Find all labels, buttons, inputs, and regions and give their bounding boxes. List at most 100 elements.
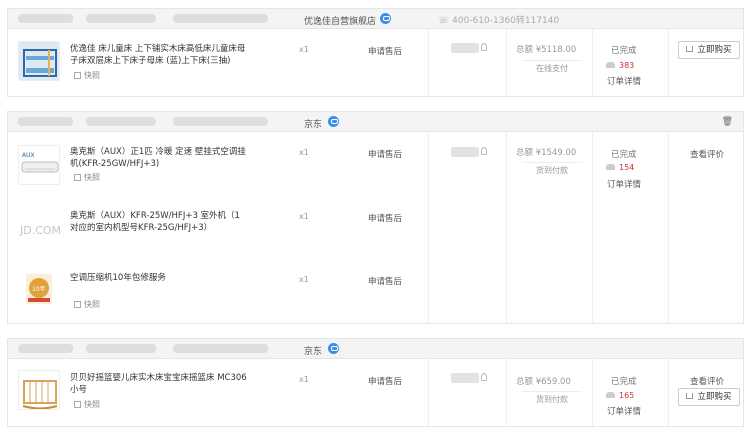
order-detail-link[interactable]: 订单详情 <box>607 405 641 417</box>
divider <box>592 359 593 426</box>
chat-icon[interactable] <box>328 343 339 354</box>
cloud-icon <box>606 164 615 170</box>
snapshot-label: 快照 <box>84 71 100 80</box>
buy-again-label: 立即购买 <box>697 392 732 402</box>
buy-again-label: 立即购买 <box>697 45 732 55</box>
user-icon <box>481 43 487 51</box>
order-detail-link[interactable]: 订单详情 <box>607 178 641 190</box>
order-date-redacted <box>173 117 268 126</box>
product-thumbnail-outdoor-unit[interactable]: JD.COM <box>18 210 60 250</box>
snapshot-icon <box>74 401 81 408</box>
buy-again-button[interactable]: 立即购买 <box>678 41 740 59</box>
jd-logo-image: JD.COM <box>19 224 60 237</box>
order-info-redacted <box>18 14 73 23</box>
product-name-link[interactable]: 空调压缩机10年包修服务 <box>70 272 248 284</box>
tracking-indicator[interactable]: 383 <box>606 61 634 70</box>
delete-order-icon[interactable]: 🗑 <box>722 117 733 127</box>
chat-icon[interactable] <box>328 116 339 127</box>
order-number-redacted <box>86 344 156 353</box>
snapshot-label: 快照 <box>84 300 100 309</box>
divider <box>592 132 593 323</box>
after-sale-link[interactable]: 申请售后 <box>368 275 402 287</box>
cart-icon <box>686 393 694 399</box>
order-total: 总额 ¥659.00 <box>516 377 571 387</box>
shop-phone: ☏ 400-610-1360转117140 <box>438 16 560 26</box>
shop-name-link[interactable]: 京东 <box>304 344 322 357</box>
divider <box>506 359 507 426</box>
order-total: 总额 ¥1549.00 <box>516 148 577 158</box>
tracking-indicator[interactable]: 154 <box>606 163 634 172</box>
tracking-count: 383 <box>619 61 635 70</box>
snapshot-label: 快照 <box>84 173 100 182</box>
order-card: 京东 🗑 AUX 奥克斯（AUX）正1匹 冷暖 定速 壁挂式空调挂机(KFR-2… <box>7 111 744 324</box>
divider <box>668 29 669 96</box>
order-total: 总额 ¥5118.00 <box>516 45 577 55</box>
payment-method: 在线支付 <box>522 60 582 74</box>
aux-logo: AUX <box>22 152 35 159</box>
after-sale-link[interactable]: 申请售后 <box>368 148 402 160</box>
order-date-redacted <box>173 14 268 23</box>
user-icon <box>481 373 487 381</box>
product-thumbnail-warranty[interactable]: 10年 <box>18 270 60 310</box>
product-thumbnail-air-conditioner[interactable]: AUX <box>18 145 60 185</box>
crib-image <box>22 380 58 409</box>
warranty-badge-image: 10年 <box>26 274 52 304</box>
bunk-bed-image <box>19 42 59 80</box>
product-name-link[interactable]: 奥克斯（AUX）正1匹 冷暖 定速 壁挂式空调挂机(KFR-25GW/HFJ+3… <box>70 146 248 170</box>
quantity: x1 <box>299 148 309 157</box>
payment-method: 货到付款 <box>522 162 582 176</box>
quantity: x1 <box>299 45 309 54</box>
snapshot-label: 快照 <box>84 400 100 409</box>
order-status: 已完成 <box>611 150 637 160</box>
order-status: 已完成 <box>611 377 637 387</box>
product-thumbnail-crib[interactable] <box>18 370 60 410</box>
divider <box>428 359 429 426</box>
divider <box>428 132 429 323</box>
chat-icon[interactable] <box>380 13 391 24</box>
user-icon <box>481 147 487 155</box>
product-thumbnail-bunk-bed[interactable] <box>18 41 60 81</box>
phone-number: 400-610-1360转117140 <box>452 16 560 26</box>
recipient-redacted <box>451 43 479 53</box>
recipient-redacted <box>451 373 479 383</box>
warranty-badge-text: 10年 <box>32 285 46 293</box>
order-header: 京东 🗑 <box>8 112 743 132</box>
order-number-redacted <box>86 117 156 126</box>
snapshot-icon <box>74 174 81 181</box>
snapshot-link[interactable]: 快照 <box>74 399 100 410</box>
view-review-link[interactable]: 查看评价 <box>690 375 724 387</box>
quantity: x1 <box>299 375 309 384</box>
jd-logo-text: JD.COM <box>19 224 60 237</box>
cart-icon <box>686 46 694 52</box>
after-sale-link[interactable]: 申请售后 <box>368 45 402 57</box>
order-date-redacted <box>173 344 268 353</box>
view-review-link[interactable]: 查看评价 <box>690 148 724 160</box>
payment-method: 货到付款 <box>522 391 582 405</box>
order-header: 京东 <box>8 339 743 359</box>
divider <box>428 29 429 96</box>
after-sale-link[interactable]: 申请售后 <box>368 212 402 224</box>
divider <box>506 29 507 96</box>
order-number-redacted <box>86 14 156 23</box>
order-status: 已完成 <box>611 46 637 56</box>
quantity: x1 <box>299 275 309 284</box>
snapshot-icon <box>74 301 81 308</box>
divider <box>592 29 593 96</box>
product-name-link[interactable]: 贝贝好摇篮婴儿床实木床宝宝床摇篮床 MC306 小号 <box>70 372 248 396</box>
recipient-redacted <box>451 147 479 157</box>
snapshot-link[interactable]: 快照 <box>74 172 100 183</box>
divider <box>506 132 507 323</box>
tracking-indicator[interactable]: 165 <box>606 391 634 400</box>
snapshot-link[interactable]: 快照 <box>74 299 100 310</box>
product-name-link[interactable]: 优逸佳 床儿童床 上下铺实木床高低床儿童床母子床双层床上下床子母床 (蓝)上下床… <box>70 43 248 67</box>
product-name-link[interactable]: 奥克斯（AUX）KFR-25W/HFJ+3 室外机（1对应的室内机型号KFR-2… <box>70 210 248 234</box>
order-card: 优逸佳自营旗舰店 ☏ 400-610-1360转117140 优逸佳 床儿童床 … <box>7 8 744 97</box>
after-sale-link[interactable]: 申请售后 <box>368 375 402 387</box>
shop-name-link[interactable]: 京东 <box>304 117 322 130</box>
shop-name-link[interactable]: 优逸佳自营旗舰店 <box>304 14 376 27</box>
snapshot-icon <box>74 72 81 79</box>
order-detail-link[interactable]: 订单详情 <box>607 75 641 87</box>
order-info-redacted <box>18 117 73 126</box>
snapshot-link[interactable]: 快照 <box>74 70 100 81</box>
buy-again-button[interactable]: 立即购买 <box>678 388 740 406</box>
